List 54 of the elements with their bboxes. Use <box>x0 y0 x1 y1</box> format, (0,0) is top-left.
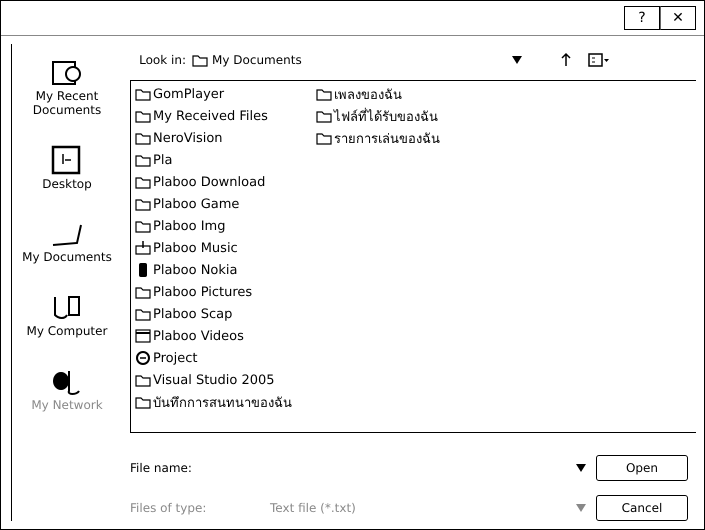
folder-name: รายการเล่นของฉัน <box>334 130 440 148</box>
folder-name: Visual Studio 2005 <box>153 372 275 388</box>
folder-name: NeroVision <box>153 130 223 146</box>
folder-name: Plaboo Music <box>153 240 238 256</box>
look-in-label: Look in: <box>138 53 186 67</box>
folder-item[interactable]: Plaboo Game <box>133 193 294 215</box>
places-bar-item[interactable]: My Computer <box>12 289 122 339</box>
folder-item[interactable]: Pla <box>133 149 294 171</box>
music-icon <box>135 240 151 256</box>
folder-name: บันทึกการสนทนาของฉัน <box>153 394 292 412</box>
places-bar-item[interactable]: My Recent Documents <box>12 54 122 118</box>
folder-name: Plaboo Download <box>153 174 266 190</box>
folder-name: Plaboo Img <box>153 218 226 234</box>
folder-name: Plaboo Game <box>153 196 240 212</box>
folder-item[interactable]: Plaboo Nokia <box>133 259 294 281</box>
cancel-button[interactable]: Cancel <box>596 495 688 521</box>
folder-item[interactable]: Plaboo Download <box>133 171 294 193</box>
folder-item[interactable]: My Received Files <box>133 105 294 127</box>
view-menu-icon[interactable] <box>588 52 610 68</box>
folder-item[interactable]: GomPlayer <box>133 83 294 105</box>
folder-name: ไฟล์ที่ได้รับของฉัน <box>334 106 438 126</box>
folder-item[interactable]: Plaboo Music <box>133 237 294 259</box>
folder-item[interactable]: ไฟล์ที่ได้รับของฉัน <box>314 105 442 127</box>
folder-item[interactable]: Plaboo Videos <box>133 325 294 347</box>
folder-name: Project <box>153 350 198 366</box>
dropdown-arrow-icon[interactable] <box>512 56 522 64</box>
places-bar-item[interactable]: My Documents <box>12 215 122 266</box>
folder-name: Plaboo Videos <box>153 328 244 344</box>
places-bar-item[interactable]: Desktop <box>12 142 122 192</box>
folder-item[interactable]: Visual Studio 2005 <box>133 369 294 391</box>
folder-item[interactable]: Plaboo Img <box>133 215 294 237</box>
folder-item[interactable]: Plaboo Scap <box>133 303 294 325</box>
folder-item[interactable]: Project <box>133 347 294 369</box>
help-button[interactable]: ? <box>624 6 660 30</box>
folder-name: Plaboo Pictures <box>153 284 252 300</box>
folder-item[interactable]: บันทึกการสนทนาของฉัน <box>133 391 294 413</box>
dropdown-arrow-icon[interactable] <box>576 464 586 472</box>
globe-icon <box>135 350 151 366</box>
folder-item[interactable]: รายการเล่นของฉัน <box>314 127 442 149</box>
folder-item[interactable]: NeroVision <box>133 127 294 149</box>
file-type-label: Files of type: <box>130 501 208 515</box>
close-button[interactable]: ✕ <box>660 6 696 30</box>
folder-name: GomPlayer <box>153 86 224 102</box>
folder-name: My Received Files <box>153 108 268 124</box>
open-button[interactable]: Open <box>596 455 688 481</box>
folder-name: Plaboo Scap <box>153 306 232 322</box>
folder-name: Pla <box>153 152 172 168</box>
folder-name: Plaboo Nokia <box>153 262 238 278</box>
folder-item[interactable]: เพลงของฉัน <box>314 83 442 105</box>
folder-name: เพลงของฉัน <box>334 86 402 104</box>
folder-item[interactable]: Plaboo Pictures <box>133 281 294 303</box>
look-in-dropdown[interactable]: My Documents <box>192 52 522 68</box>
file-name-label: File name: <box>130 461 193 475</box>
video-icon <box>135 328 151 344</box>
